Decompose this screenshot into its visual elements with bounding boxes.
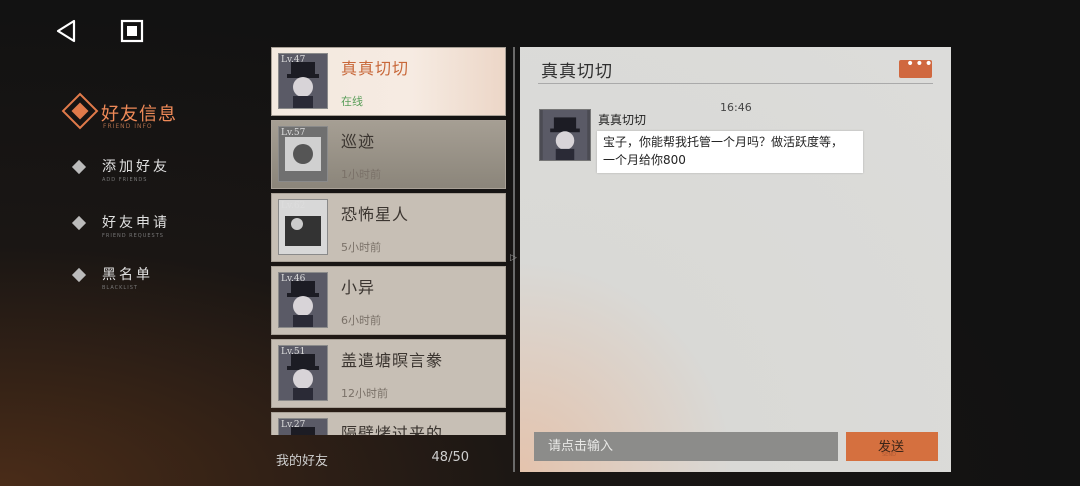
- friend-item[interactable]: Lv.62 恐怖星人 5小时前: [271, 193, 506, 262]
- menu-item-sub: BLACKLIST: [102, 285, 138, 291]
- menu-title-friend-info[interactable]: 好友信息 FRIEND INFO: [61, 92, 193, 136]
- message-timestamp: 16:46: [720, 101, 752, 114]
- level-badge: Lv.27: [281, 420, 306, 430]
- level-badge: Lv.51: [281, 347, 306, 357]
- menu-item-sub: ADD FRIENDS: [102, 177, 148, 183]
- menu-item-label: 好友申请: [102, 215, 170, 231]
- level-badge: Lv.46: [281, 274, 306, 284]
- more-icon: •••: [906, 56, 934, 72]
- level-badge: Lv.62: [281, 201, 306, 211]
- message-input-field[interactable]: [534, 432, 838, 461]
- friend-name: 巡迹: [341, 132, 376, 151]
- menu-title-sub: FRIEND INFO: [103, 123, 153, 130]
- friend-list-footer: 我的好友 48/50: [271, 436, 506, 476]
- message-text-line: 一个月给你800: [603, 153, 686, 167]
- message-text-line: 宝子，你能帮我托管一个月吗？做活跃度等，: [603, 135, 844, 149]
- friend-status: 12小时前: [341, 387, 388, 400]
- friend-name: 小异: [341, 278, 376, 297]
- avatar[interactable]: [540, 110, 590, 160]
- send-sub: SEND: [882, 452, 896, 458]
- friend-name: 恐怖星人: [341, 205, 410, 224]
- friend-item[interactable]: Lv.47 真真切切 在线: [271, 47, 506, 116]
- friend-status: 6小时前: [341, 314, 381, 327]
- friend-item[interactable]: Lv.27 隔壁烤过来的: [271, 412, 506, 435]
- more-options-button[interactable]: •••: [899, 56, 933, 78]
- diamond-icon: [71, 267, 87, 283]
- menu-item-label: 黑名单: [102, 267, 153, 283]
- chat-title: 真真切切: [541, 62, 613, 82]
- send-button[interactable]: 发送 SEND: [846, 432, 938, 461]
- back-icon[interactable]: [54, 18, 80, 44]
- friend-item[interactable]: Lv.46 小异 6小时前: [271, 266, 506, 335]
- chat-header-divider: [538, 83, 933, 84]
- friend-status: 5小时前: [341, 241, 381, 254]
- friend-name: 隔壁烤过来的: [341, 424, 444, 435]
- my-friends-label: 我的好友: [276, 454, 329, 469]
- chat-panel: 真真切切 ••• 16:46 真真切切 宝子，你能帮我托管一个月吗？做活跃度等，…: [520, 47, 951, 472]
- diamond-icon: [71, 215, 87, 231]
- menu-item-add-friends[interactable]: 添加好友 ADD FRIENDS: [71, 158, 202, 194]
- avatar: Lv.47: [279, 54, 327, 108]
- message-input[interactable]: [534, 432, 838, 461]
- friend-list[interactable]: Lv.47 真真切切 在线 Lv.57 巡迹 1小时前 Lv.62 恐怖星人 5…: [271, 47, 506, 435]
- menu-item-blacklist[interactable]: 黑名单 BLACKLIST: [71, 266, 202, 302]
- diamond-icon: [71, 159, 87, 175]
- avatar: Lv.57: [279, 127, 327, 181]
- friend-status: 1小时前: [341, 168, 381, 181]
- friend-status: 在线: [341, 95, 363, 108]
- collapse-arrow-icon[interactable]: ▷: [510, 253, 517, 263]
- message-sender: 真真切切: [598, 113, 647, 127]
- square-icon[interactable]: [120, 19, 144, 43]
- friend-item[interactable]: Lv.57 巡迹 1小时前: [271, 120, 506, 189]
- friend-name: 盖遣塘暝言豢: [341, 351, 444, 370]
- message-bubble: 宝子，你能帮我托管一个月吗？做活跃度等， 一个月给你800: [597, 131, 863, 173]
- level-badge: Lv.47: [281, 55, 306, 65]
- friend-name: 真真切切: [341, 59, 410, 78]
- friend-count: 48/50: [431, 450, 469, 465]
- level-badge: Lv.57: [281, 128, 306, 138]
- diamond-icon: [61, 92, 99, 130]
- avatar: Lv.51: [279, 346, 327, 400]
- menu-item-sub: FRIEND REQUESTS: [102, 233, 164, 239]
- avatar: Lv.46: [279, 273, 327, 327]
- menu-item-friend-requests[interactable]: 好友申请 FRIEND REQUESTS: [71, 214, 202, 250]
- avatar: Lv.62: [279, 200, 327, 254]
- menu-item-label: 添加好友: [102, 159, 170, 175]
- friend-item[interactable]: Lv.51 盖遣塘暝言豢 12小时前: [271, 339, 506, 408]
- avatar: Lv.27: [279, 419, 327, 435]
